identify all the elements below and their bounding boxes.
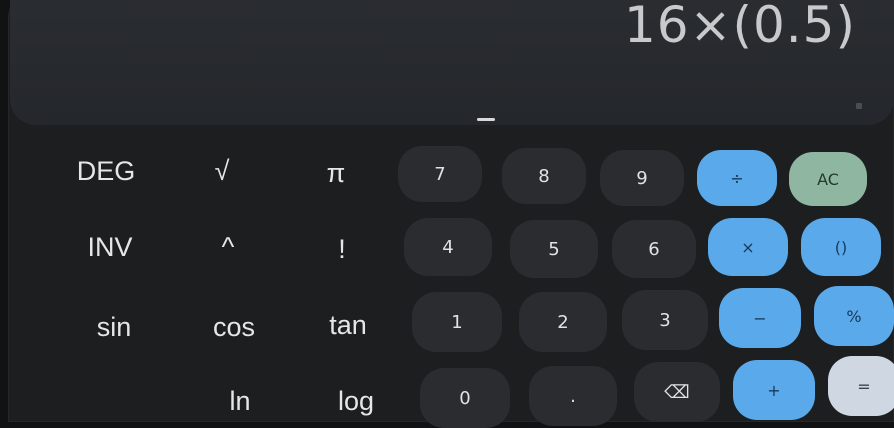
backspace-button[interactable]: ⌫	[634, 362, 720, 422]
plus-button[interactable]: +	[733, 360, 815, 420]
four-button[interactable]: 4	[404, 218, 492, 276]
calculator-display: 16×(0.5)	[10, 0, 894, 125]
multiply-button[interactable]: ×	[708, 218, 788, 276]
sin-button[interactable]: sin	[64, 312, 164, 343]
deg-button[interactable]: DEG	[56, 156, 156, 187]
equals-button[interactable]: =	[828, 356, 894, 416]
pi-button[interactable]: π	[286, 158, 386, 189]
one-button[interactable]: 1	[412, 292, 502, 352]
sqrt-button[interactable]: √	[172, 156, 272, 187]
clear-button[interactable]: AC	[789, 152, 867, 206]
decimal-button[interactable]: .	[529, 366, 617, 426]
more-icon[interactable]	[856, 103, 862, 109]
cos-button[interactable]: cos	[184, 312, 284, 343]
parentheses-button[interactable]: ()	[801, 218, 881, 276]
percent-button[interactable]: %	[814, 286, 894, 346]
inv-button[interactable]: INV	[60, 232, 160, 263]
minus-button[interactable]: −	[719, 288, 801, 348]
power-button[interactable]: ^	[178, 232, 278, 263]
tan-button[interactable]: tan	[298, 310, 398, 341]
seven-button[interactable]: 7	[398, 146, 482, 202]
two-button[interactable]: 2	[519, 292, 607, 352]
ln-button[interactable]: ln	[190, 386, 290, 417]
factorial-button[interactable]: !	[292, 234, 392, 265]
six-button[interactable]: 6	[612, 220, 696, 278]
eight-button[interactable]: 8	[502, 148, 586, 204]
log-button[interactable]: log	[306, 386, 406, 417]
divide-button[interactable]: ÷	[697, 150, 777, 206]
nine-button[interactable]: 9	[600, 150, 684, 206]
drawer-handle[interactable]	[477, 118, 495, 121]
expression-text[interactable]: 16×(0.5)	[624, 0, 856, 54]
zero-button[interactable]: 0	[420, 368, 510, 428]
three-button[interactable]: 3	[622, 290, 708, 350]
five-button[interactable]: 5	[510, 220, 598, 278]
